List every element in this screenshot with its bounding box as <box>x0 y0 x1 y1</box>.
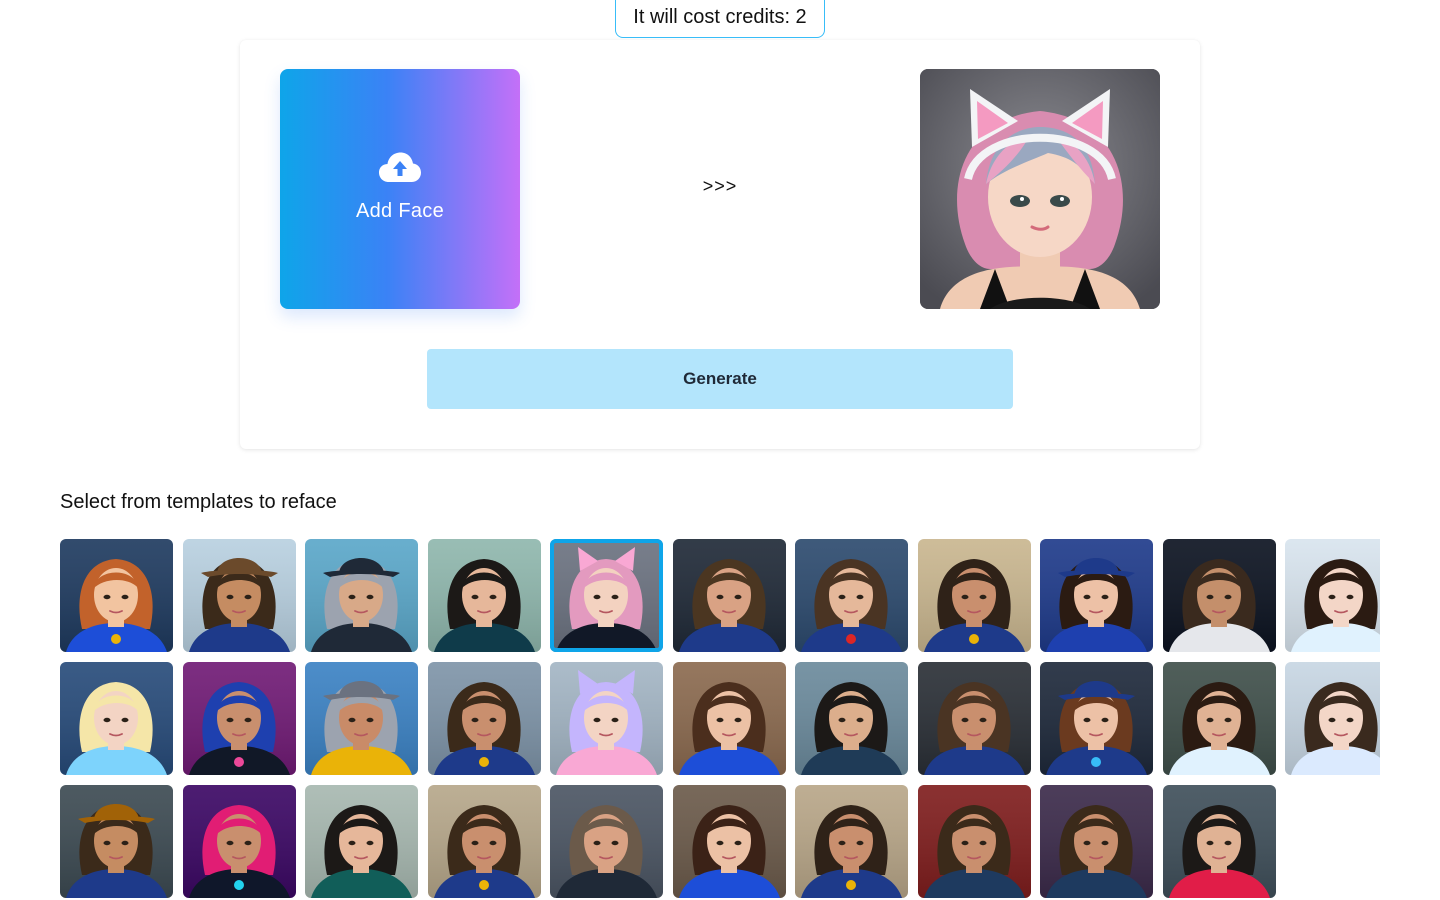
template-portrait <box>672 662 786 775</box>
template-portrait <box>917 785 1031 898</box>
template-portrait <box>182 539 296 652</box>
generate-button[interactable]: Generate <box>427 349 1013 409</box>
template-thumbnail[interactable] <box>917 539 1031 652</box>
template-thumbnail[interactable] <box>672 539 786 652</box>
template-thumbnail[interactable] <box>1162 662 1276 775</box>
template-thumbnail[interactable] <box>1285 662 1380 775</box>
template-portrait <box>305 662 418 775</box>
template-portrait <box>1162 785 1276 898</box>
template-portrait <box>60 539 173 652</box>
template-thumbnail[interactable] <box>1162 539 1276 652</box>
template-portrait <box>1285 539 1380 652</box>
result-preview-image <box>920 69 1160 309</box>
template-thumbnail[interactable] <box>795 539 908 652</box>
template-thumbnail[interactable] <box>305 662 418 775</box>
template-thumbnail[interactable] <box>60 662 173 775</box>
credits-cost-label: It will cost credits: 2 <box>615 0 825 38</box>
template-portrait <box>182 662 296 775</box>
transform-arrow: >>> <box>702 176 738 196</box>
template-portrait <box>182 785 296 898</box>
template-thumbnail[interactable] <box>60 539 173 652</box>
template-thumbnail[interactable] <box>1162 785 1276 898</box>
template-thumbnail[interactable] <box>917 785 1031 898</box>
template-portrait <box>550 539 663 652</box>
template-portrait <box>60 785 173 898</box>
template-grid <box>60 539 1380 900</box>
template-portrait <box>1162 539 1276 652</box>
template-portrait <box>550 785 663 898</box>
template-thumbnail[interactable] <box>427 539 541 652</box>
add-face-button[interactable]: Add Face <box>280 69 520 309</box>
template-portrait <box>795 785 908 898</box>
template-portrait <box>305 539 418 652</box>
template-thumbnail[interactable] <box>1040 662 1153 775</box>
template-thumbnail[interactable] <box>427 785 541 898</box>
template-portrait <box>917 662 1031 775</box>
template-portrait <box>1162 662 1276 775</box>
template-portrait <box>672 785 786 898</box>
template-thumbnail[interactable] <box>917 662 1031 775</box>
template-portrait <box>550 662 663 775</box>
template-portrait <box>917 539 1031 652</box>
template-thumbnail[interactable] <box>672 662 786 775</box>
template-thumbnail[interactable] <box>795 662 908 775</box>
template-portrait <box>427 539 541 652</box>
template-thumbnail[interactable] <box>60 785 173 898</box>
template-thumbnail[interactable] <box>1040 785 1153 898</box>
template-portrait <box>60 662 173 775</box>
template-thumbnail[interactable] <box>182 539 296 652</box>
template-portrait <box>795 662 908 775</box>
template-portrait <box>427 785 541 898</box>
template-thumbnail[interactable] <box>182 662 296 775</box>
template-thumbnail[interactable] <box>550 539 663 652</box>
cloud-upload-icon <box>379 152 421 182</box>
template-thumbnail[interactable] <box>795 785 908 898</box>
template-thumbnail[interactable] <box>550 662 663 775</box>
template-portrait <box>1040 662 1153 775</box>
template-thumbnail[interactable] <box>550 785 663 898</box>
template-thumbnail[interactable] <box>672 785 786 898</box>
template-portrait <box>305 785 418 898</box>
template-thumbnail[interactable] <box>305 785 418 898</box>
template-thumbnail[interactable] <box>305 539 418 652</box>
template-thumbnail[interactable] <box>427 662 541 775</box>
template-portrait <box>1040 539 1153 652</box>
template-portrait <box>795 539 908 652</box>
template-portrait <box>1285 662 1380 775</box>
template-portrait <box>672 539 786 652</box>
template-thumbnail[interactable] <box>182 785 296 898</box>
template-thumbnail[interactable] <box>1040 539 1153 652</box>
templates-heading: Select from templates to reface <box>60 491 337 513</box>
template-thumbnail[interactable] <box>1285 539 1380 652</box>
template-portrait <box>1040 785 1153 898</box>
reface-panel: Add Face >>> Generate <box>240 40 1200 449</box>
template-portrait <box>427 662 541 775</box>
add-face-label: Add Face <box>355 199 444 222</box>
